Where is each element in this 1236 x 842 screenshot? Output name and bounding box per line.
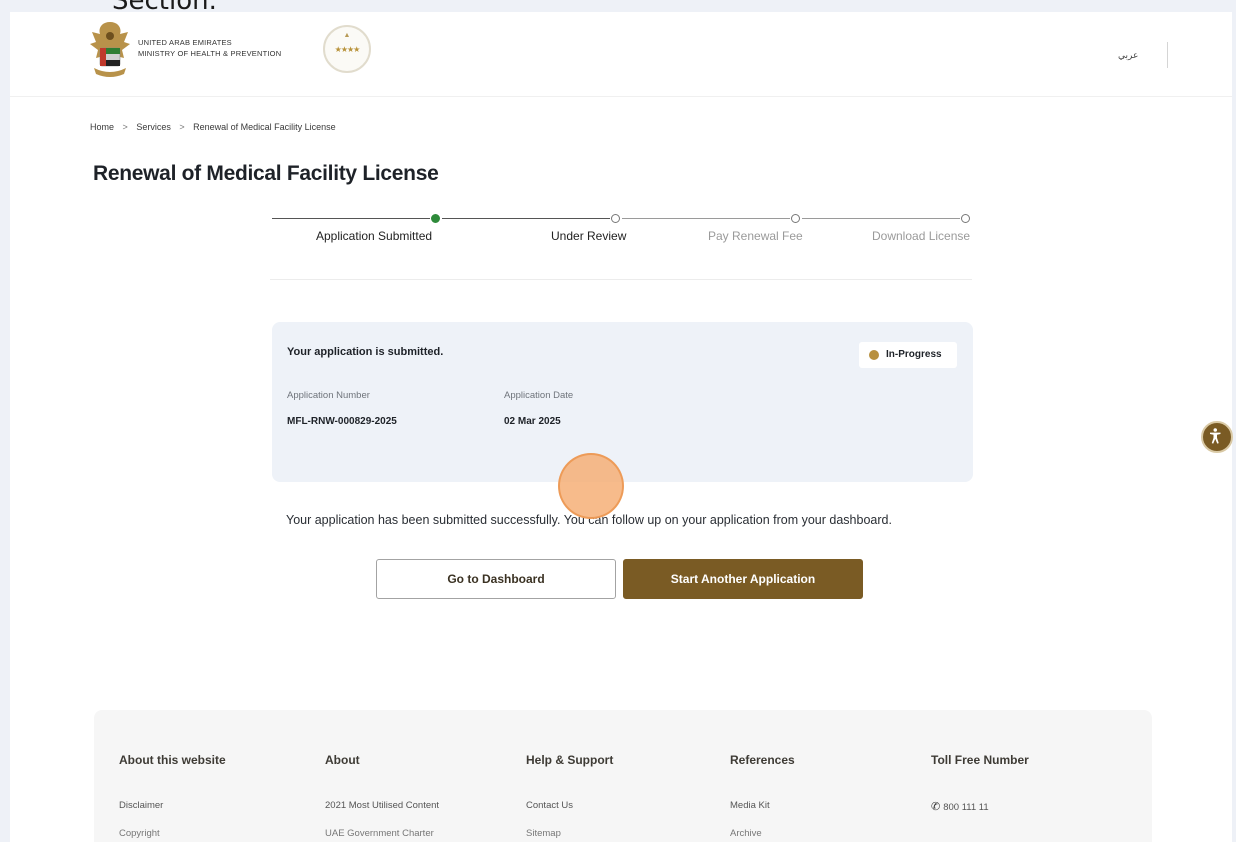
step-1-check-icon [431, 214, 440, 223]
site-header: UNITED ARAB EMIRATES MINISTRY OF HEALTH … [10, 12, 1232, 97]
breadcrumb-separator: > [122, 122, 128, 132]
ministry-line-2: MINISTRY OF HEALTH & PREVENTION [138, 49, 282, 58]
application-date-label: Application Date [504, 390, 574, 401]
breadcrumb-services[interactable]: Services [136, 122, 171, 132]
step-4-dot [961, 214, 970, 223]
status-text: In-Progress [886, 349, 942, 360]
stepper-line [622, 218, 790, 219]
badge-emblem-icon: ▲ [343, 32, 351, 39]
footer-link-charter[interactable]: UAE Government Charter [325, 828, 505, 839]
uae-emblem-icon [90, 22, 130, 77]
step-label-application-submitted: Application Submitted [316, 229, 433, 243]
footer-heading: Help & Support [526, 753, 614, 767]
breadcrumb-separator: > [179, 122, 185, 132]
footer-link-contact-us[interactable]: Contact Us [526, 800, 706, 811]
status-badge: In-Progress [859, 342, 957, 368]
browser-page: UNITED ARAB EMIRATES MINISTRY OF HEALTH … [10, 12, 1232, 842]
go-to-dashboard-button[interactable]: Go to Dashboard [376, 559, 616, 599]
footer-column-help-support: Help & Support Contact Us Sitemap [526, 753, 706, 839]
footer-link-most-utilised[interactable]: 2021 Most Utilised Content [325, 800, 505, 811]
stepper-line [272, 218, 430, 219]
application-date-value: 02 Mar 2025 [504, 416, 561, 427]
status-dot-icon [869, 350, 879, 360]
ministry-name: UNITED ARAB EMIRATES MINISTRY OF HEALTH … [138, 37, 281, 59]
rating-stars: ★★★★ [334, 45, 361, 54]
language-switch-link[interactable]: عربي [1118, 50, 1138, 61]
card-heading: Your application is submitted. [287, 346, 444, 358]
application-number-value: MFL-RNW-000829-2025 [287, 416, 397, 427]
government-rating-badge: ▲ ★★★★ [323, 25, 371, 73]
footer-column-toll-free: Toll Free Number ✆ 800 111 11 [931, 753, 1111, 813]
footer-link-sitemap[interactable]: Sitemap [526, 828, 706, 839]
application-summary-card: Your application is submitted. In-Progre… [272, 322, 973, 482]
stepper-line [802, 218, 960, 219]
footer-link-disclaimer[interactable]: Disclaimer [119, 800, 299, 811]
step-label-pay-renewal-fee: Pay Renewal Fee [708, 229, 803, 243]
footer-column-about: About 2021 Most Utilised Content UAE Gov… [325, 753, 505, 839]
footer-link-archive[interactable]: Archive [730, 828, 910, 839]
stepper-line [442, 218, 610, 219]
breadcrumb-current: Renewal of Medical Facility License [193, 122, 336, 132]
toll-free-number: 800 111 11 [943, 802, 989, 813]
site-footer: About this website Disclaimer Copyright … [94, 710, 1152, 842]
footer-heading: Toll Free Number [931, 753, 1029, 767]
footer-heading: References [730, 753, 795, 767]
application-number-label: Application Number [287, 390, 370, 401]
phone-icon: ✆ [931, 801, 941, 813]
step-3-dot [791, 214, 800, 223]
progress-stepper: Application Submitted Under Review Pay R… [272, 210, 972, 280]
start-another-application-button[interactable]: Start Another Application [623, 559, 863, 599]
breadcrumb: Home > Services > Renewal of Medical Fac… [90, 122, 336, 132]
footer-column-about-website: About this website Disclaimer Copyright [119, 753, 299, 839]
section-divider [270, 279, 972, 280]
footer-heading: About this website [119, 753, 226, 767]
footer-column-references: References Media Kit Archive [730, 753, 910, 839]
header-divider [1167, 42, 1168, 68]
footer-link-media-kit[interactable]: Media Kit [730, 800, 910, 811]
footer-phone[interactable]: ✆ 800 111 11 [931, 800, 1111, 813]
breadcrumb-home[interactable]: Home [90, 122, 114, 132]
click-indicator [558, 453, 624, 519]
step-2-dot [611, 214, 620, 223]
step-label-download-license: Download License [872, 229, 971, 243]
footer-heading: About [325, 753, 360, 767]
page-title: Renewal of Medical Facility License [93, 162, 439, 185]
ministry-line-1: UNITED ARAB EMIRATES [138, 38, 232, 47]
step-label-under-review: Under Review [551, 229, 627, 243]
accessibility-icon[interactable] [1201, 421, 1233, 453]
footer-link-copyright[interactable]: Copyright [119, 828, 299, 839]
